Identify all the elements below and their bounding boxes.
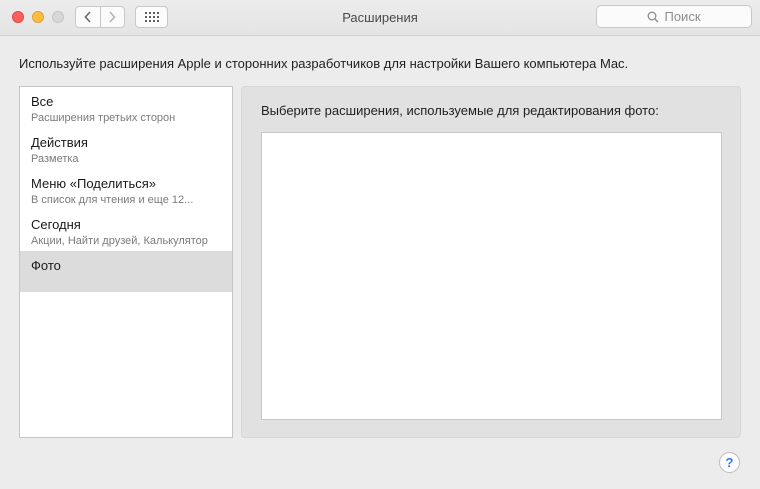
sidebar-item-photos[interactable]: Фото [20,251,232,292]
title-bar: Расширения Поиск [0,0,760,36]
photo-extensions-list[interactable] [261,132,722,420]
intro-text: Используйте расширения Apple и сторонних… [19,56,629,71]
sidebar-item-title: Все [31,94,54,109]
search-icon [648,11,659,22]
extensions-category-list: Все Расширения третьих сторон Действия Р… [19,86,233,438]
sidebar-item-subtitle: Расширения третьих сторон [31,112,176,124]
search-placeholder: Поиск [664,9,701,24]
sidebar-item-title: Меню «Поделиться» [31,176,156,191]
sidebar-item-subtitle: Разметка [31,153,79,165]
sidebar-item-actions[interactable]: Действия Разметка [20,128,232,169]
search-field[interactable]: Поиск [596,5,752,28]
help-button[interactable]: ? [719,452,740,473]
sidebar-item-share-menu[interactable]: Меню «Поделиться» В список для чтения и … [20,169,232,210]
panel-label: Выберите расширения, используемые для ре… [261,103,659,118]
extension-detail-panel: Выберите расширения, используемые для ре… [241,86,741,438]
sidebar-item-title: Действия [31,135,88,150]
sidebar-item-title: Фото [31,258,61,273]
sidebar-item-title: Сегодня [31,217,81,232]
sidebar-item-subtitle: Акции, Найти друзей, Калькулятор [31,235,208,247]
sidebar-item-all[interactable]: Все Расширения третьих сторон [20,87,232,128]
sidebar-item-subtitle: В список для чтения и еще 12... [31,194,194,206]
sidebar-item-today[interactable]: Сегодня Акции, Найти друзей, Калькулятор [20,210,232,251]
